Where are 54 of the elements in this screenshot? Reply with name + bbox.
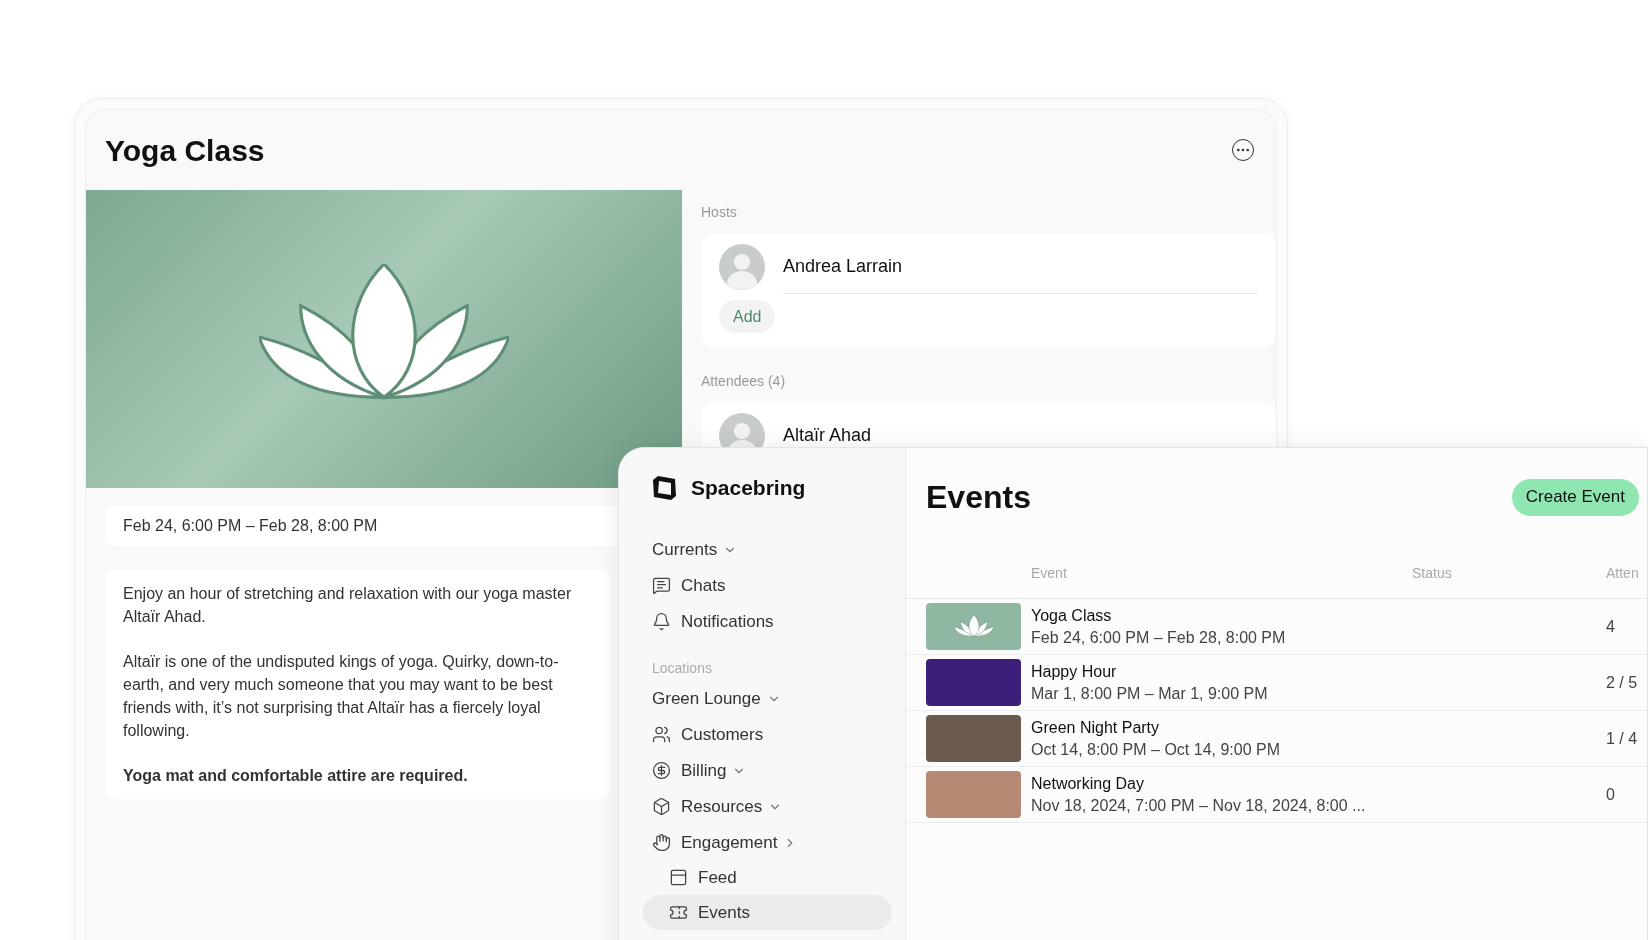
event-name: Yoga Class: [1031, 605, 1113, 626]
avatar-silhouette: [719, 244, 765, 290]
people-icon: [652, 725, 671, 744]
dollar-coin-icon: [652, 761, 671, 780]
person-name: Altaïr Ahad: [783, 424, 872, 447]
ticket-icon: [669, 903, 688, 922]
event-title: Yoga Class: [105, 132, 265, 169]
event-name: Networking Day: [1031, 773, 1145, 794]
add-button[interactable]: Add: [719, 300, 776, 333]
sidebar-group-header[interactable]: Currents: [652, 532, 883, 567]
column-header: Event: [1031, 564, 1067, 583]
sidebar-item[interactable]: Events: [643, 895, 892, 930]
table-row[interactable]: Green Night Party Oct 14, 8:00 PM – Oct 14, 9:00 PM 1 / 4: [906, 711, 1647, 767]
attendee-count: 4: [1606, 616, 1616, 637]
create-event-button[interactable]: Create Event: [1511, 478, 1639, 516]
sidebar-item[interactable]: Notifications: [643, 604, 892, 639]
page-title: Events: [926, 478, 1031, 517]
person-name: Andrea Larrain: [783, 255, 903, 278]
sidebar-group-header[interactable]: Green Lounge: [652, 681, 883, 716]
sidebar-item[interactable]: Customers: [643, 717, 892, 752]
table-row[interactable]: Networking Day Nov 18, 2024, 7:00 PM – Nov 18, 2024, 8:00 ... 0: [906, 767, 1647, 823]
lotus-drawing: [953, 614, 994, 639]
logo-icon: [652, 475, 677, 501]
table-row[interactable]: Happy Hour Mar 1, 8:00 PM – Mar 1, 9:00 PM 2 / 5: [906, 655, 1647, 711]
column-header: Atten: [1606, 564, 1639, 583]
event-dates: Feb 24, 6:00 PM – Feb 28, 8:00 PM: [1031, 627, 1287, 648]
description-paragraph: Altaïr is one of the undisputed kings of yoga. Quirky, down-to-earth, and very much someone that you may want to be best friends with, it’s not surprising that Altaïr has a fiercely loyal following.: [123, 652, 560, 741]
window-icon: [669, 868, 688, 887]
bell-icon: [652, 612, 671, 631]
table-row[interactable]: Yoga Class Feb 24, 6:00 PM – Feb 28, 8:00 PM 4: [906, 599, 1647, 655]
event-name: Happy Hour: [1031, 661, 1118, 682]
section-caption: Locations: [652, 659, 712, 678]
event-dates: Mar 1, 8:00 PM – Mar 1, 9:00 PM: [1031, 683, 1269, 704]
event-dates: Nov 18, 2024, 7:00 PM – Nov 18, 2024, 8:00 ...: [1031, 795, 1367, 816]
event-date: Feb 24, 6:00 PM – Feb 28, 8:00 PM: [123, 516, 378, 536]
sidebar-item[interactable]: Billing: [643, 753, 892, 788]
description-paragraph: Yoga mat and comfortable attire are required.: [123, 766, 469, 786]
sidebar-item[interactable]: Chats: [643, 568, 892, 603]
chat-bubble-icon: [652, 576, 671, 595]
sidebar-item[interactable]: Engagement: [643, 825, 892, 860]
column-header: Status: [1412, 564, 1452, 583]
attendee-count: 2 / 5: [1606, 672, 1639, 693]
attendee-count: 1 / 4: [1606, 728, 1639, 749]
logo-text: Spacebring: [691, 475, 806, 502]
attendee-count: 0: [1606, 784, 1616, 805]
description-paragraph: Enjoy an hour of stretching and relaxation with our yoga master Altaïr Ahad.: [123, 584, 573, 627]
section-label: Hosts: [701, 204, 737, 220]
hand-icon: [652, 833, 671, 852]
section-label: Attendees (4): [701, 373, 786, 389]
sidebar-item[interactable]: Feed: [643, 860, 892, 895]
box-icon: [652, 797, 671, 816]
event-name: Green Night Party: [1031, 717, 1161, 738]
event-dates: Oct 14, 8:00 PM – Oct 14, 9:00 PM: [1031, 739, 1281, 760]
sidebar-item[interactable]: Resources: [643, 789, 892, 824]
